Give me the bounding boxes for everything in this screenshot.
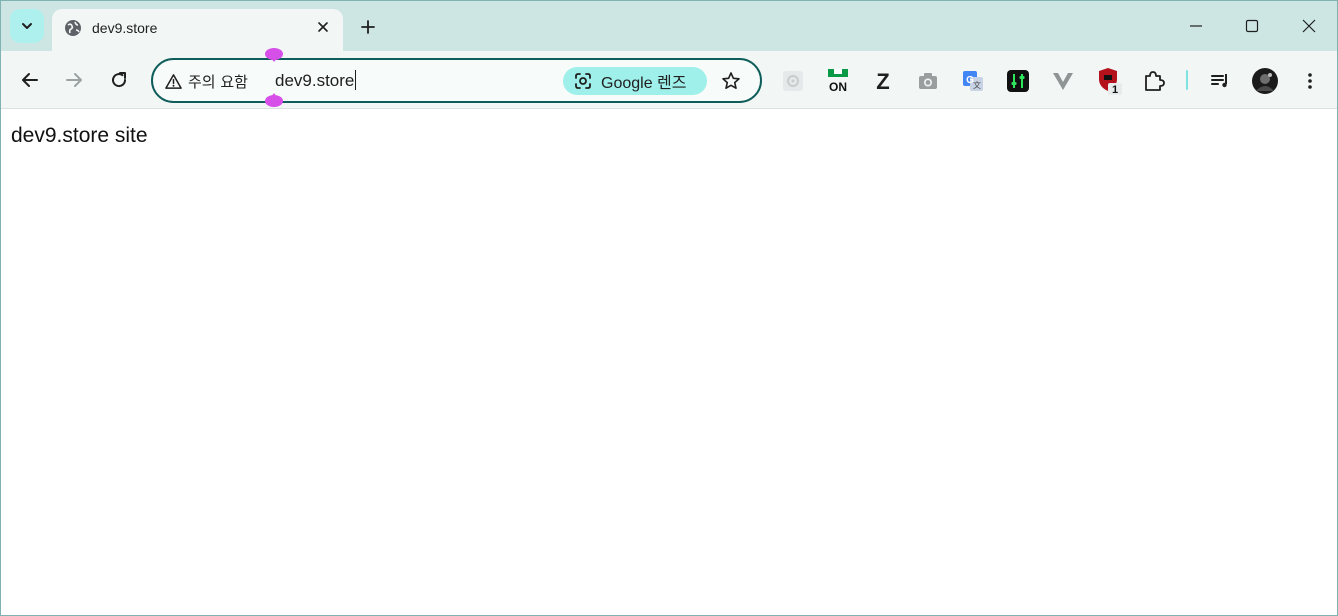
settings-ext-icon[interactable] [778, 66, 808, 96]
chevron-down-icon [22, 23, 32, 29]
lens-icon [575, 73, 591, 89]
media-queue-icon [1211, 74, 1227, 88]
browser-window: dev9.store 주의 요함 dev9.store Google 렌즈 ON… [0, 0, 1338, 616]
camera-icon [919, 73, 937, 89]
close-window-button[interactable] [1296, 13, 1322, 39]
lens-label: Google 렌즈 [601, 75, 687, 92]
body-text: dev9.store site [11, 124, 148, 147]
arrow-left-icon [22, 73, 38, 87]
google-lens-button[interactable]: Google 렌즈 [563, 67, 707, 95]
tab-title: dev9.store [92, 20, 158, 36]
v-icon [1053, 73, 1073, 90]
star-icon [722, 72, 740, 89]
puzzle-icon [1145, 71, 1165, 91]
z-ext-label: Z [876, 69, 889, 93]
z-ext-icon[interactable]: Z [868, 66, 898, 96]
url-input[interactable]: dev9.store [275, 70, 357, 91]
security-label: 주의 요함 [188, 72, 248, 91]
back-button[interactable] [16, 66, 44, 94]
shield-ext-badge: 1 [1112, 84, 1118, 96]
forward-button[interactable] [60, 66, 88, 94]
security-chip[interactable]: 주의 요함 [165, 70, 248, 92]
url-text: dev9.store [275, 71, 355, 90]
page-content: dev9.store site [1, 110, 1337, 615]
active-tab[interactable]: dev9.store [52, 9, 343, 51]
z-icon: Z [876, 69, 889, 93]
profile-button[interactable] [1250, 66, 1280, 96]
close-icon [318, 22, 328, 32]
translate-ext-icon[interactable]: G文 [958, 66, 988, 96]
minimize-button[interactable] [1183, 13, 1209, 39]
on-ext-label: ON [829, 80, 847, 94]
selection-handle-bottom[interactable] [264, 93, 284, 107]
toolbar-separator [1186, 70, 1188, 90]
v-ext-icon[interactable] [1048, 66, 1078, 96]
arrow-right-icon [66, 73, 82, 87]
chrome-menu-button[interactable] [1295, 66, 1325, 96]
gear-icon [783, 71, 803, 91]
minimize-icon [1190, 25, 1202, 27]
tab-search-button[interactable] [10, 9, 44, 43]
warning-icon [165, 73, 182, 89]
on-ext-icon[interactable]: ON [823, 66, 853, 96]
maximize-button[interactable] [1239, 13, 1265, 39]
text-caret [355, 70, 357, 90]
bookmark-button[interactable] [719, 69, 743, 93]
equalizer-icon [1007, 70, 1029, 92]
avatar [1252, 68, 1278, 94]
translate-icon: G文 [963, 71, 983, 91]
tab-strip: dev9.store [1, 1, 1337, 51]
globe-icon [65, 20, 81, 36]
maximize-icon [1245, 19, 1259, 33]
shield-ext-icon[interactable]: 1 [1093, 66, 1123, 96]
selection-handle-top[interactable] [264, 48, 284, 62]
tab-close-button[interactable] [312, 16, 334, 38]
camera-ext-icon[interactable] [913, 66, 943, 96]
shield-icon: 1 [1099, 68, 1122, 96]
extensions-button[interactable] [1139, 66, 1169, 96]
new-tab-button[interactable] [356, 15, 380, 39]
equalizer-ext-icon[interactable] [1003, 66, 1033, 96]
toolbar: 주의 요함 dev9.store Google 렌즈 ON Z G 文 1 [1, 48, 1337, 109]
reload-button[interactable] [105, 66, 133, 94]
plus-icon [361, 20, 375, 34]
address-bar[interactable]: 주의 요함 dev9.store Google 렌즈 [151, 58, 762, 103]
on-badge-icon: ON [828, 69, 848, 94]
media-controls-button[interactable] [1205, 66, 1235, 96]
reload-icon [112, 72, 127, 88]
kebab-menu-icon [1308, 73, 1312, 89]
svg-text:文: 文 [973, 80, 981, 90]
close-icon [1302, 19, 1316, 33]
